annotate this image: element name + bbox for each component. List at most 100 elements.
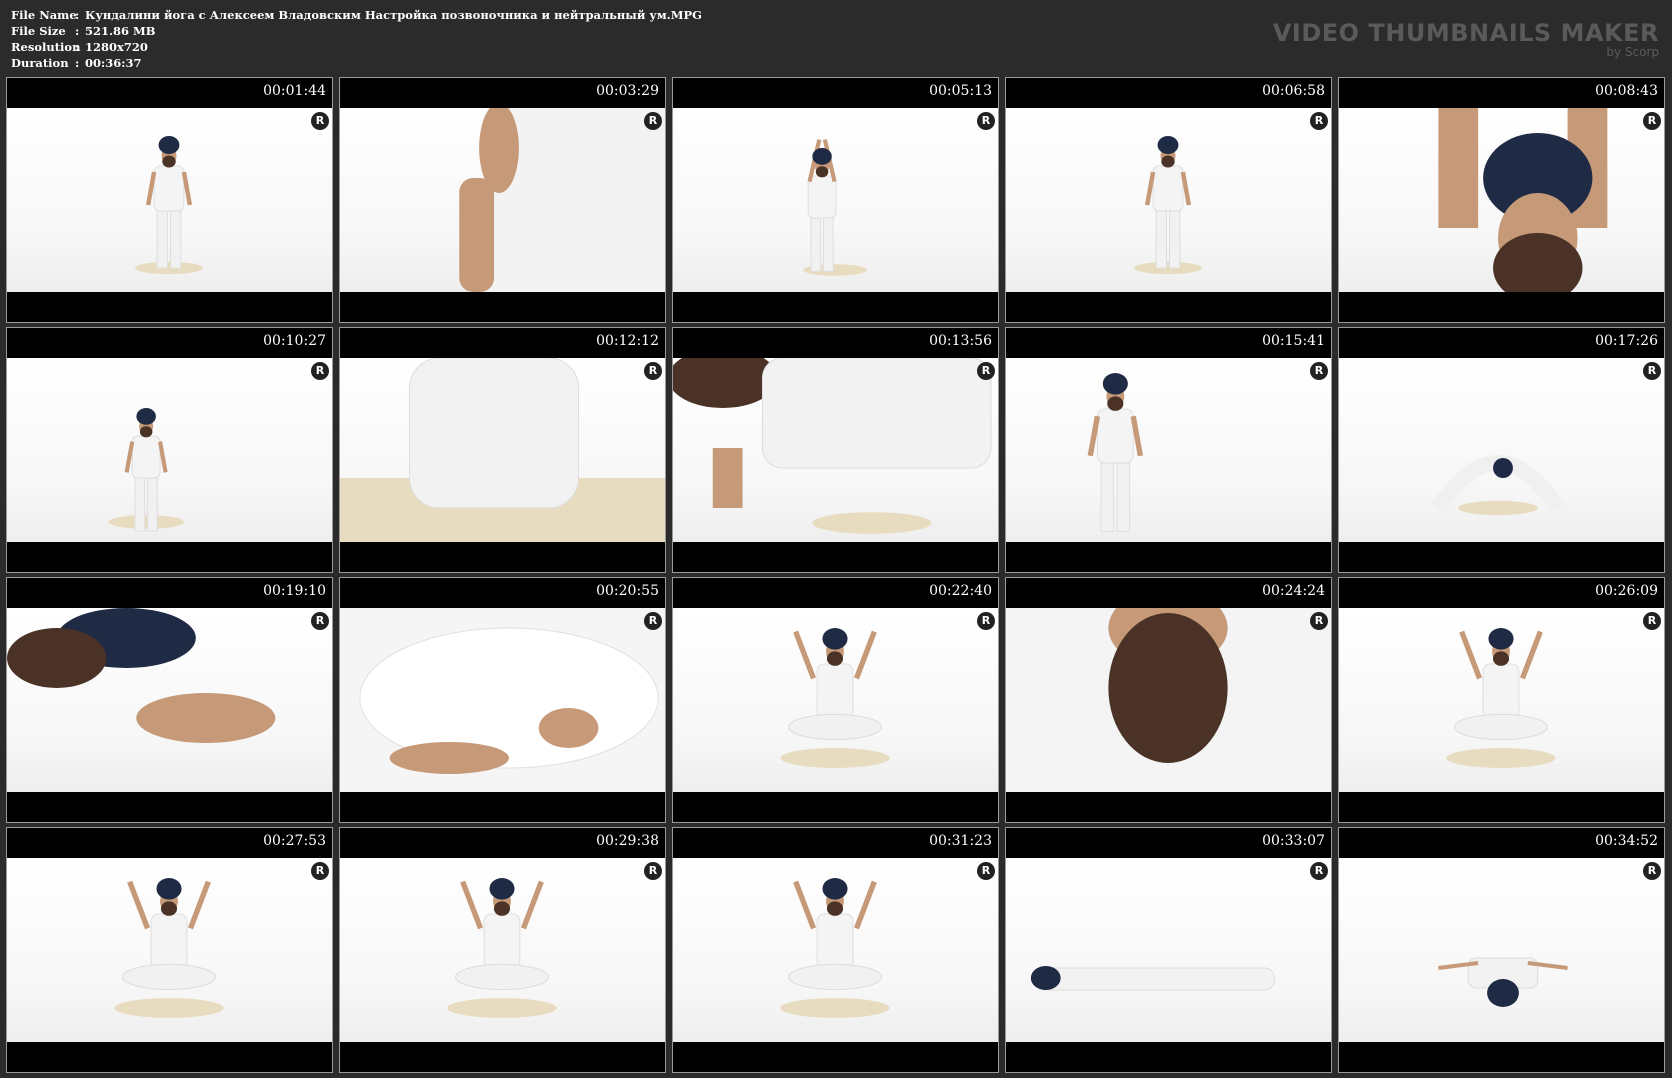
timecode-label: 00:01:44 <box>263 83 326 99</box>
thumbnail-tile[interactable]: 00:06:58 R <box>1005 77 1332 323</box>
scene-figure-icon <box>1006 608 1331 792</box>
channel-logo-icon: R <box>1310 362 1328 380</box>
info-key: Duration <box>11 56 69 70</box>
video-frame: R <box>673 108 998 292</box>
thumbnail-tile[interactable]: 00:20:55 R <box>339 577 666 823</box>
thumbnail-tile[interactable]: 00:33:07 R <box>1005 827 1332 1073</box>
video-frame: R <box>7 608 332 792</box>
info-key: File Name <box>11 8 77 22</box>
channel-logo-icon: R <box>1643 612 1661 630</box>
timecode-label: 00:08:43 <box>1595 83 1658 99</box>
timecode-label: 00:17:26 <box>1595 333 1658 349</box>
thumbnail-tile[interactable]: 00:15:41 R <box>1005 327 1332 573</box>
scene-figure-icon <box>1438 108 1608 292</box>
video-frame: R <box>1006 358 1331 542</box>
video-frame: R <box>1339 608 1664 792</box>
info-value: Кундалини йога с Алексеем Владовским Нас… <box>85 8 702 22</box>
info-value: 521.86 MB <box>85 24 156 38</box>
scene-figure-icon <box>803 139 867 276</box>
video-frame: R <box>673 608 998 792</box>
video-frame: R <box>1006 858 1331 1042</box>
channel-logo-icon: R <box>1643 862 1661 880</box>
channel-logo-icon: R <box>1310 612 1328 630</box>
thumbnail-tile[interactable]: 00:03:29 R <box>339 77 666 323</box>
scene-figure-icon <box>1431 455 1565 516</box>
info-row-file-size: File Size : 521.86 MB <box>11 23 702 39</box>
channel-logo-icon: R <box>644 862 662 880</box>
video-frame: R <box>1339 108 1664 292</box>
video-frame: R <box>340 608 665 792</box>
channel-logo-icon: R <box>1643 112 1661 130</box>
thumbnail-tile[interactable]: 00:29:38 R <box>339 827 666 1073</box>
scene-figure-icon <box>780 878 890 1018</box>
timecode-label: 00:13:56 <box>929 333 992 349</box>
info-value: 00:36:37 <box>85 56 142 70</box>
thumbnail-tile[interactable]: 00:13:56 R <box>672 327 999 573</box>
thumbnail-tile[interactable]: 00:01:44 R <box>6 77 333 323</box>
info-separator: : <box>75 8 80 22</box>
timecode-label: 00:34:52 <box>1595 833 1658 849</box>
info-value: 1280x720 <box>85 40 148 54</box>
video-frame: R <box>340 358 665 542</box>
timecode-label: 00:20:55 <box>596 583 659 599</box>
thumbnail-tile[interactable]: 00:08:43 R <box>1338 77 1665 323</box>
thumbnail-tile[interactable]: 00:26:09 R <box>1338 577 1665 823</box>
scene-figure-icon <box>108 408 184 532</box>
channel-logo-icon: R <box>311 362 329 380</box>
scene-figure-icon <box>114 878 224 1018</box>
timecode-label: 00:10:27 <box>263 333 326 349</box>
brand-subtitle: by Scorp <box>1606 45 1659 59</box>
channel-logo-icon: R <box>644 362 662 380</box>
scene-figure-icon <box>1087 373 1144 532</box>
channel-logo-icon: R <box>1310 862 1328 880</box>
thumbnail-tile[interactable]: 00:12:12 R <box>339 327 666 573</box>
video-frame: R <box>1339 858 1664 1042</box>
thumbnail-tile[interactable]: 00:10:27 R <box>6 327 333 573</box>
channel-logo-icon: R <box>1643 362 1661 380</box>
timecode-label: 00:06:58 <box>1262 83 1325 99</box>
channel-logo-icon: R <box>977 362 995 380</box>
scene-figure-icon <box>673 358 992 534</box>
scene-figure-icon <box>340 608 665 792</box>
timecode-label: 00:05:13 <box>929 83 992 99</box>
timecode-label: 00:19:10 <box>263 583 326 599</box>
scene-figure-icon <box>447 878 557 1018</box>
channel-logo-icon: R <box>311 612 329 630</box>
scene-figure-icon <box>459 108 665 292</box>
video-frame: R <box>340 108 665 292</box>
info-key: Resolution <box>11 40 81 54</box>
thumbnail-tile[interactable]: 00:24:24 R <box>1005 577 1332 823</box>
info-separator: : <box>75 56 80 70</box>
channel-logo-icon: R <box>977 112 995 130</box>
info-separator: : <box>75 40 80 54</box>
thumbnail-tile[interactable]: 00:31:23 R <box>672 827 999 1073</box>
timecode-label: 00:24:24 <box>1262 583 1325 599</box>
info-key: File Size <box>11 24 66 38</box>
video-frame: R <box>340 858 665 1042</box>
info-row-file-name: File Name : Кундалини йога с Алексеем Вл… <box>11 7 702 23</box>
thumbnail-grid: 00:01:44 R 00:03:29 R 00:05:13 R 00:06:58 R 00:0… <box>6 77 1665 1073</box>
scene-figure-icon <box>1030 966 1275 991</box>
timecode-label: 00:27:53 <box>263 833 326 849</box>
video-frame: R <box>7 858 332 1042</box>
brand-watermark: VIDEO THUMBNAILS MAKER by Scorp <box>1273 20 1659 59</box>
channel-logo-icon: R <box>311 862 329 880</box>
timecode-label: 00:33:07 <box>1262 833 1325 849</box>
video-frame: R <box>7 108 332 292</box>
scene-figure-icon <box>1134 136 1202 275</box>
scene-figure-icon <box>7 608 276 743</box>
thumbnail-tile[interactable]: 00:27:53 R <box>6 827 333 1073</box>
thumbnail-tile[interactable]: 00:19:10 R <box>6 577 333 823</box>
video-frame: R <box>1006 608 1331 792</box>
info-row-resolution: Resolution : 1280x720 <box>11 39 702 55</box>
thumbnail-tile[interactable]: 00:22:40 R <box>672 577 999 823</box>
thumbnail-tile[interactable]: 00:17:26 R <box>1338 327 1665 573</box>
brand-title: VIDEO THUMBNAILS MAKER <box>1272 19 1659 47</box>
file-info-panel: File Name : Кундалини йога с Алексеем Вл… <box>11 7 702 71</box>
scene-figure-icon <box>1438 957 1568 1007</box>
scene-figure-icon <box>780 628 890 768</box>
thumbnail-tile[interactable]: 00:05:13 R <box>672 77 999 323</box>
video-frame: R <box>7 358 332 542</box>
thumbnail-tile[interactable]: 00:34:52 R <box>1338 827 1665 1073</box>
channel-logo-icon: R <box>644 112 662 130</box>
